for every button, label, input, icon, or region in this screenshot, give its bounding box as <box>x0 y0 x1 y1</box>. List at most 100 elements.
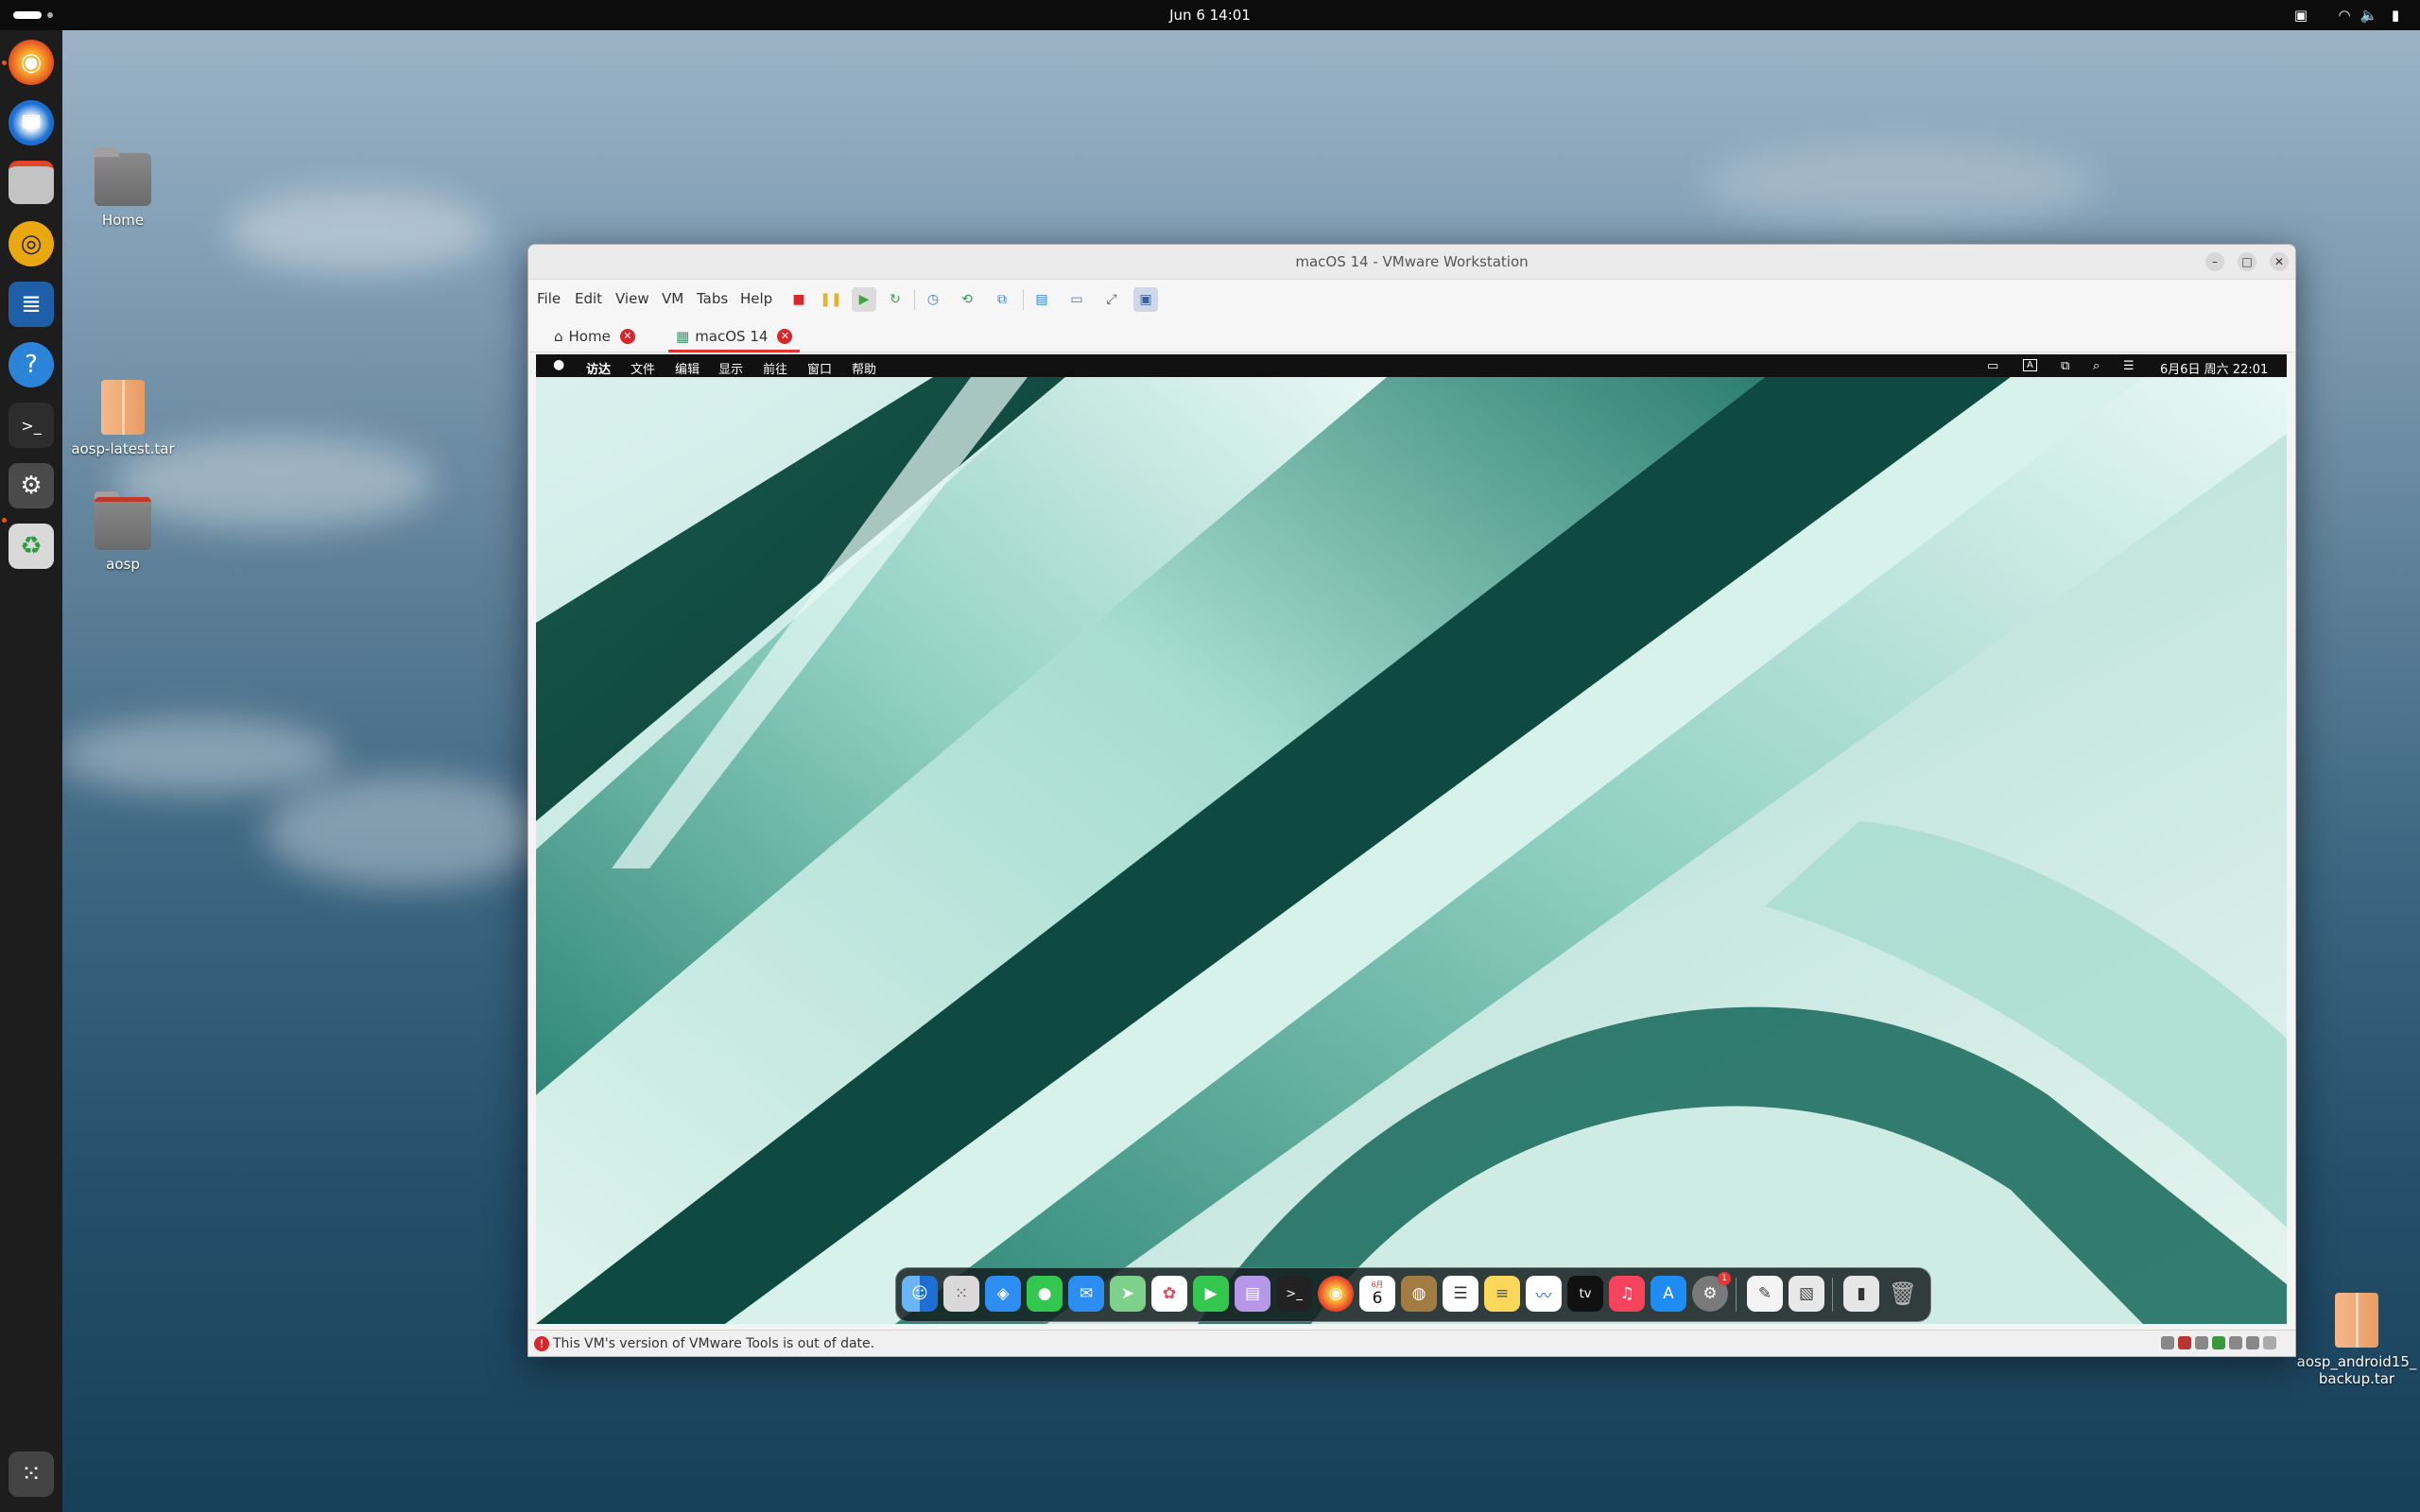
tab-macos-14[interactable]: ▦ macOS 14 ✕ <box>668 323 801 352</box>
spotlight-icon[interactable]: ⌕ <box>2093 359 2100 373</box>
display-device-icon[interactable] <box>2229 1336 2242 1349</box>
menu-file[interactable]: File <box>537 290 561 307</box>
library-icon[interactable]: ▤ <box>1029 287 1054 312</box>
suspend-icon[interactable]: ❚❚ <box>819 287 843 312</box>
vmware-tray-icon[interactable]: ▣ <box>2291 6 2310 25</box>
tab-label: Home <box>568 328 611 345</box>
firefox-icon[interactable]: ◉ <box>1318 1276 1354 1312</box>
music-icon[interactable]: ♫ <box>1609 1276 1645 1312</box>
apple-tv-icon[interactable]: tv <box>1567 1276 1603 1312</box>
network-icon[interactable] <box>2212 1336 2225 1349</box>
desktop-icon-label: aosp-latest.tar <box>71 440 175 457</box>
macos-menu-window[interactable]: 窗口 <box>807 359 832 377</box>
top-bar: Jun 6 14:01 ▣ ◠ 🔈 ▮ <box>0 0 2420 30</box>
freeform-icon[interactable]: 〰 <box>1526 1276 1562 1312</box>
unity-view-icon[interactable]: ▣ <box>1133 287 1158 312</box>
thunderbird-icon[interactable]: ✉ <box>9 100 54 146</box>
macos-clock[interactable]: 6月6日 周六 22:01 <box>2160 359 2268 377</box>
menu-help[interactable]: Help <box>740 290 772 307</box>
app-store-icon[interactable]: A <box>1651 1276 1686 1312</box>
macos-menu-finder[interactable]: 访达 <box>586 359 611 377</box>
vmware-window: macOS 14 - VMware Workstation – □ ✕ File… <box>527 244 2296 1357</box>
tab-close-icon[interactable]: ✕ <box>777 329 793 344</box>
close-button[interactable]: ✕ <box>2270 252 2289 271</box>
macos-menu-edit[interactable]: 编辑 <box>675 359 700 377</box>
contacts-icon[interactable]: ◍ <box>1401 1276 1437 1312</box>
status-message[interactable]: This VM's version of VMware Tools is out… <box>553 1336 874 1351</box>
hard-disk-icon[interactable] <box>2161 1336 2174 1349</box>
warning-icon: ! <box>534 1336 549 1351</box>
macos-menu-go[interactable]: 前往 <box>763 359 787 377</box>
dock-separator <box>1736 1278 1737 1312</box>
revert-snapshot-icon[interactable]: ⟲ <box>955 287 979 312</box>
macos-menu-file[interactable]: 文件 <box>631 359 655 377</box>
photos-icon[interactable]: ✿ <box>1151 1276 1187 1312</box>
message-log-icon[interactable] <box>2263 1336 2276 1349</box>
vm-display[interactable]: ● 访达 文件 编辑 显示 前往 窗口 帮助 ▭ A ⧉ ⌕ ☰ 6月6日 周六… <box>536 354 2287 1324</box>
preview-icon[interactable]: ▧ <box>1789 1276 1824 1312</box>
system-settings-icon[interactable]: ⚙ 1 <box>1692 1272 1731 1312</box>
cd-dvd-icon[interactable] <box>2178 1336 2191 1349</box>
screen-mirroring-icon[interactable]: ⧉ <box>2061 359 2069 373</box>
power-off-icon[interactable]: ■ <box>786 287 811 312</box>
trash-icon[interactable]: ♻ <box>9 524 54 569</box>
macos-menu-view[interactable]: 显示 <box>718 359 743 377</box>
tab-home[interactable]: ⌂ Home ✕ <box>554 323 635 350</box>
minimize-button[interactable]: – <box>2205 252 2224 271</box>
firefox-icon[interactable]: ◉ <box>9 40 54 85</box>
menu-view[interactable]: View <box>615 290 649 307</box>
input-method-icon[interactable]: A <box>2023 359 2037 371</box>
rhythmbox-icon[interactable]: ◎ <box>9 221 54 266</box>
apple-menu-icon[interactable]: ● <box>553 357 564 372</box>
writer-icon[interactable]: ≣ <box>9 282 54 327</box>
settings-icon[interactable]: ⚙ <box>9 463 54 508</box>
control-center-icon[interactable]: ☰ <box>2123 359 2135 373</box>
messages-icon[interactable]: ● <box>1027 1276 1063 1312</box>
reminders-icon[interactable]: ☰ <box>1443 1276 1478 1312</box>
textedit-icon[interactable]: ✎ <box>1747 1276 1783 1312</box>
sound-icon[interactable] <box>2246 1336 2259 1349</box>
dock-separator <box>1832 1278 1833 1312</box>
reset-icon[interactable]: ↻ <box>883 287 908 312</box>
finder-icon[interactable]: ☺ <box>902 1276 938 1312</box>
maximize-button[interactable]: □ <box>2238 252 2256 271</box>
window-titlebar[interactable]: macOS 14 - VMware Workstation – □ ✕ <box>528 245 2295 280</box>
ubuntu-dock: ◉ ✉ ◎ ≣ ? >_ ⚙ ♻ ⁙ <box>0 30 62 1512</box>
clock[interactable]: Jun 6 14:01 <box>0 7 2420 24</box>
display-icon[interactable]: ▭ <box>1987 359 1998 373</box>
archive-utility-icon[interactable]: ▮ <box>1843 1276 1879 1312</box>
desktop-aosp-latest-tar[interactable]: aosp-latest.tar <box>61 380 184 457</box>
launchpad-icon[interactable]: ⁙ <box>943 1276 979 1312</box>
maps-icon[interactable]: ➤ <box>1110 1276 1146 1312</box>
files-icon[interactable] <box>9 161 54 204</box>
keynote-icon[interactable]: ▤ <box>1235 1276 1270 1312</box>
desktop-aosp-folder[interactable]: aosp <box>61 491 184 573</box>
usb-icon[interactable] <box>2195 1336 2208 1349</box>
help-icon[interactable]: ? <box>9 342 54 387</box>
safari-icon[interactable]: ◈ <box>985 1276 1021 1312</box>
fullscreen-icon[interactable]: ⤢ <box>1099 287 1124 312</box>
calendar-icon[interactable]: 6月 6 <box>1359 1276 1395 1312</box>
terminal-icon[interactable]: >_ <box>1276 1276 1312 1312</box>
trash-icon[interactable]: 🗑 <box>1885 1276 1921 1312</box>
menu-tabs[interactable]: Tabs <box>697 290 728 307</box>
wifi-icon[interactable]: ◠ <box>2335 6 2354 25</box>
mail-icon[interactable]: ✉ <box>1068 1276 1104 1312</box>
tab-close-icon[interactable]: ✕ <box>619 329 635 344</box>
macos-wallpaper <box>536 377 2287 1324</box>
facetime-icon[interactable]: ▶ <box>1193 1276 1229 1312</box>
macos-menu-help[interactable]: 帮助 <box>852 359 876 377</box>
terminal-icon[interactable]: >_ <box>9 403 54 448</box>
desktop-home-folder[interactable]: Home <box>61 147 184 229</box>
notes-icon[interactable]: ≡ <box>1484 1276 1520 1312</box>
battery-icon[interactable]: ▮ <box>2386 6 2405 25</box>
thumbnail-bar-icon[interactable]: ▭ <box>1064 287 1089 312</box>
snapshot-icon[interactable]: ◷ <box>921 287 945 312</box>
menu-edit[interactable]: Edit <box>575 290 602 307</box>
desktop-aosp-android15-backup-tar[interactable]: aosp_android15_ backup.tar <box>2295 1293 2418 1387</box>
snapshot-manager-icon[interactable]: ⧉ <box>990 287 1014 312</box>
menu-vm[interactable]: VM <box>662 290 683 307</box>
volume-icon[interactable]: 🔈 <box>2360 6 2378 25</box>
show-apps-grid-icon[interactable]: ⁙ <box>9 1452 54 1497</box>
power-on-icon[interactable]: ▶ <box>852 287 876 312</box>
